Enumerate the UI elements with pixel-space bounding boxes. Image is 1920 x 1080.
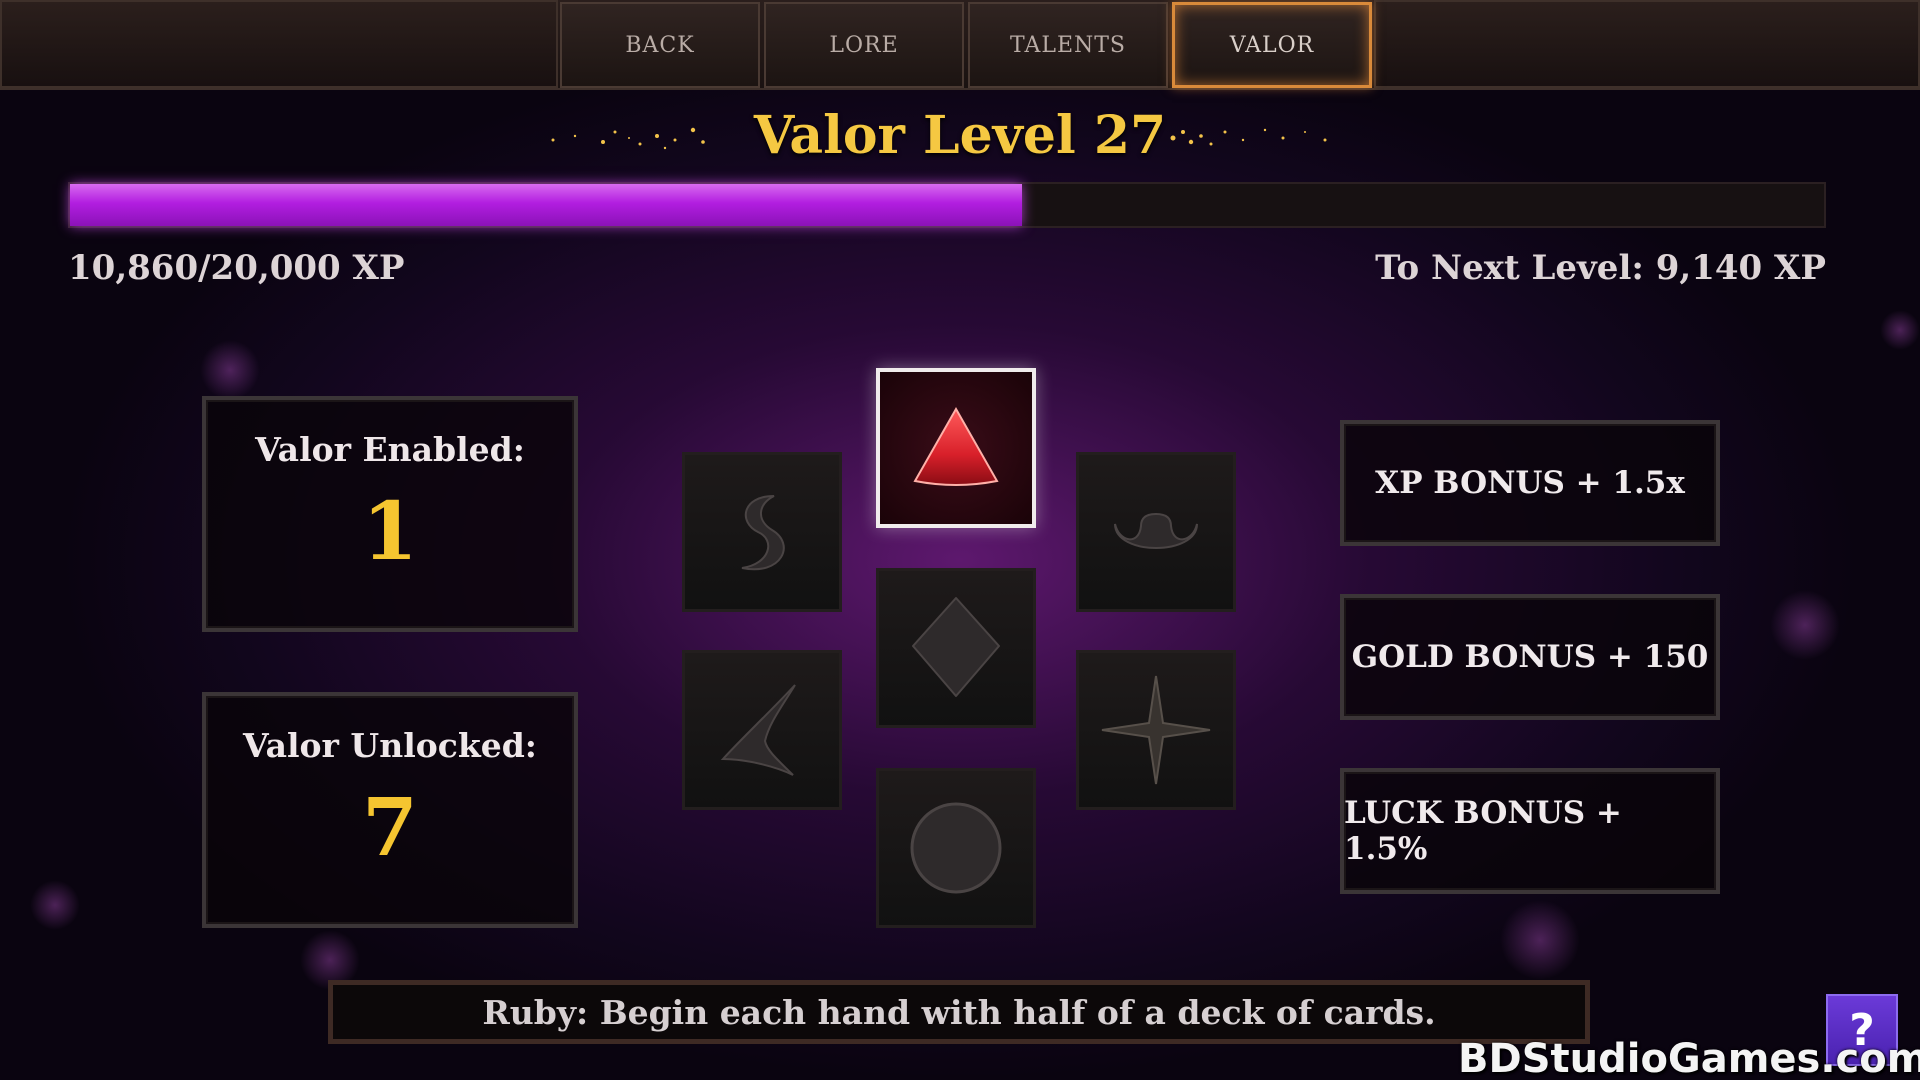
valor-enabled-value: 1	[362, 484, 418, 578]
bokeh-light	[30, 880, 80, 930]
xp-progress-bar	[68, 182, 1826, 228]
sparkle-right-icon	[1170, 128, 1327, 146]
gem-slot-diamond[interactable]	[876, 568, 1036, 728]
gem-slot-circle[interactable]	[876, 768, 1036, 928]
chevron-gem-icon	[720, 684, 796, 776]
s-curve-gem-icon	[741, 495, 785, 571]
tab-bar-left-panel	[0, 0, 558, 88]
triangle-gem-icon	[913, 406, 999, 486]
xp-progress-fill	[70, 184, 1023, 226]
bokeh-light	[1770, 590, 1840, 660]
xp-to-next-level-text: To Next Level: 9,140 XP	[1375, 248, 1826, 288]
valor-enabled-panel: Valor Enabled: 1	[202, 396, 578, 632]
tab-valor[interactable]: VALOR	[1172, 2, 1372, 88]
gem-description-bar: Ruby: Begin each hand with half of a dec…	[328, 980, 1590, 1044]
valor-unlocked-label: Valor Unlocked:	[243, 726, 537, 765]
bokeh-light	[1880, 310, 1920, 350]
luck-bonus-panel: LUCK BONUS + 1.5%	[1340, 768, 1720, 894]
watermark-text: BDStudioGames.com	[1458, 1036, 1920, 1080]
diamond-gem-icon	[912, 597, 1000, 697]
circle-gem-icon	[910, 802, 1002, 894]
gem-slot-chevron[interactable]	[682, 650, 842, 810]
tab-bar-right-panel	[1374, 0, 1920, 88]
valor-unlocked-panel: Valor Unlocked: 7	[202, 692, 578, 928]
valor-unlocked-value: 7	[362, 780, 418, 874]
four-point-star-gem-icon	[1101, 675, 1211, 785]
valor-enabled-label: Valor Enabled:	[255, 430, 525, 469]
gold-bonus-panel: GOLD BONUS + 150	[1340, 594, 1720, 720]
gem-slot-star[interactable]	[1076, 650, 1236, 810]
gem-slot-s-curve[interactable]	[682, 452, 842, 612]
tab-lore[interactable]: LORE	[764, 2, 964, 88]
tab-back[interactable]: BACK	[560, 2, 760, 88]
xp-bonus-panel: XP BONUS + 1.5x	[1340, 420, 1720, 546]
gem-slot-crescent[interactable]	[1076, 452, 1236, 612]
gem-slot-ruby[interactable]	[876, 368, 1036, 528]
tab-talents[interactable]: TALENTS	[968, 2, 1168, 88]
bokeh-light	[200, 340, 260, 400]
top-tab-bar: BACK LORE TALENTS VALOR	[0, 0, 1920, 90]
xp-current-text: 10,860/20,000 XP	[68, 248, 405, 288]
crescent-gem-icon	[1114, 512, 1198, 549]
bokeh-light	[1500, 900, 1580, 980]
